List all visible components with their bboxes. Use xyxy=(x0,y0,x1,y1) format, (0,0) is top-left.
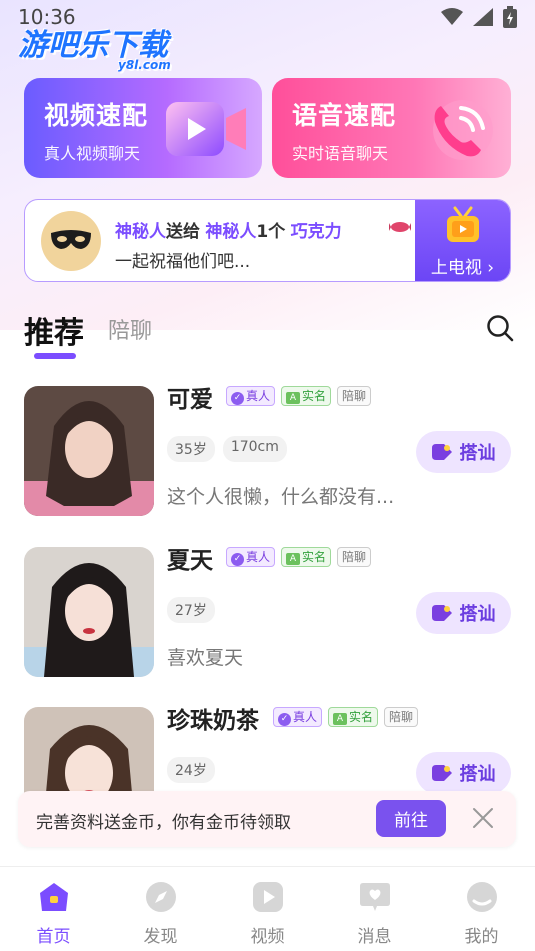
gift-count: 1个 xyxy=(256,222,286,242)
gift-message: 一起祝福他们吧... xyxy=(115,252,251,272)
gift-receiver: 神秘人 xyxy=(205,222,257,242)
chocolate-gift-icon xyxy=(389,222,411,232)
gift-name: 巧克力 xyxy=(290,222,342,242)
close-icon[interactable] xyxy=(472,807,494,829)
user-tags: 24岁 xyxy=(167,757,215,783)
gift-announcement: 神秘人送给 神秘人1个 巧克力 xyxy=(115,217,342,242)
voice-match-card[interactable]: 语音速配 实时语音聊天 xyxy=(272,78,511,178)
user-photo[interactable] xyxy=(24,386,154,516)
nav-home-label: 首页 xyxy=(36,927,71,947)
user-name: 珍珠奶茶 xyxy=(167,708,259,734)
user-bio: 喜欢夏天 xyxy=(167,647,244,669)
profile-reward-banner: 完善资料送金币，你有金币待领取 前往 xyxy=(18,791,516,847)
gift-broadcast-banner[interactable]: 神秘人送给 神秘人1个 巧克力 一起祝福他们吧... 上电视 › xyxy=(24,199,511,282)
greet-button[interactable]: 搭讪 xyxy=(416,431,511,473)
gift-verb: 送给 xyxy=(166,222,200,242)
nav-home[interactable]: 首页 xyxy=(9,881,99,951)
battery-icon xyxy=(503,6,517,28)
tag-heart-icon xyxy=(431,605,452,621)
nav-messages[interactable]: 消息 xyxy=(330,881,420,951)
nav-discover[interactable]: 发现 xyxy=(116,881,206,951)
user-bio: 这个人很懒，什么都没有... xyxy=(167,486,395,508)
user-photo[interactable] xyxy=(24,547,154,677)
tab-companion[interactable]: 陪聊 xyxy=(108,313,152,345)
age-tag: 35岁 xyxy=(167,436,215,462)
greet-button-label: 搭讪 xyxy=(459,604,496,625)
user-tags: 35岁 170cm xyxy=(167,436,287,462)
feed-tabs: 推荐 陪聊 xyxy=(24,308,514,360)
companion-badge: 陪聊 xyxy=(337,547,372,567)
mystery-avatar xyxy=(41,211,101,271)
nav-video-label: 视频 xyxy=(250,927,285,947)
promo-go-button[interactable]: 前往 xyxy=(376,800,446,837)
nav-discover-label: 发现 xyxy=(143,927,178,947)
watermark-sub: y8l.com xyxy=(118,58,171,72)
user-badges: 真人 实名 陪聊 xyxy=(273,707,419,727)
phone-icon xyxy=(433,100,493,160)
home-icon xyxy=(39,883,68,911)
greet-button-label: 搭讪 xyxy=(459,764,496,785)
real-person-badge: 真人 xyxy=(273,707,323,727)
verified-badge: 实名 xyxy=(281,547,332,567)
gift-sender: 神秘人 xyxy=(115,222,166,242)
tv-icon xyxy=(446,206,479,242)
nav-video[interactable]: 视频 xyxy=(223,881,313,951)
user-tags: 27岁 xyxy=(167,597,215,623)
tab-recommend[interactable]: 推荐 xyxy=(24,308,84,352)
age-tag: 27岁 xyxy=(167,597,215,623)
list-item[interactable]: 可爱 真人 实名 陪聊 35岁 170cm 这个人很懒，什么都没有... 搭讪 xyxy=(0,370,535,520)
verified-badge: 实名 xyxy=(281,386,332,406)
tab-active-indicator xyxy=(34,353,76,359)
user-badges: 真人 实名 陪聊 xyxy=(226,547,372,567)
search-icon[interactable] xyxy=(486,314,514,342)
status-icons xyxy=(441,6,517,28)
companion-badge: 陪聊 xyxy=(337,386,372,406)
greet-button-label: 搭讪 xyxy=(459,443,496,464)
wifi-icon xyxy=(441,8,463,25)
tag-heart-icon xyxy=(431,765,452,781)
nav-profile-label: 我的 xyxy=(464,927,499,947)
watermark-logo: 游吧乐下载 y8l.com xyxy=(18,20,171,72)
real-person-badge: 真人 xyxy=(226,386,276,406)
go-on-tv-button[interactable]: 上电视 › xyxy=(415,200,510,281)
video-match-card[interactable]: 视频速配 真人视频聊天 xyxy=(24,78,262,178)
verified-badge: 实名 xyxy=(328,707,379,727)
nav-profile[interactable]: 我的 xyxy=(437,881,527,951)
profile-icon xyxy=(466,882,497,912)
height-tag: 170cm xyxy=(222,436,287,462)
nav-messages-label: 消息 xyxy=(357,927,392,947)
companion-badge: 陪聊 xyxy=(384,707,419,727)
portrait-image xyxy=(24,547,154,677)
greet-button[interactable]: 搭讪 xyxy=(416,752,511,794)
user-name: 可爱 xyxy=(167,387,213,413)
promo-text: 完善资料送金币，你有金币待领取 xyxy=(36,813,291,833)
message-icon xyxy=(359,883,390,911)
signal-icon xyxy=(473,8,493,26)
compass-icon xyxy=(145,882,176,912)
user-badges: 真人 实名 陪聊 xyxy=(226,386,372,406)
list-item[interactable]: 夏天 真人 实名 陪聊 27岁 喜欢夏天 搭讪 xyxy=(0,531,535,681)
mask-icon xyxy=(51,230,91,249)
bottom-navigation: 首页 发现 视频 消息 我的 xyxy=(0,866,535,951)
go-on-tv-label: 上电视 › xyxy=(430,258,495,278)
video-camera-icon xyxy=(166,102,246,156)
age-tag: 24岁 xyxy=(167,757,215,783)
real-person-badge: 真人 xyxy=(226,547,276,567)
greet-button[interactable]: 搭讪 xyxy=(416,592,511,634)
user-name: 夏天 xyxy=(167,548,213,574)
video-icon xyxy=(252,882,283,912)
portrait-image xyxy=(24,386,154,516)
tag-heart-icon xyxy=(431,444,452,460)
